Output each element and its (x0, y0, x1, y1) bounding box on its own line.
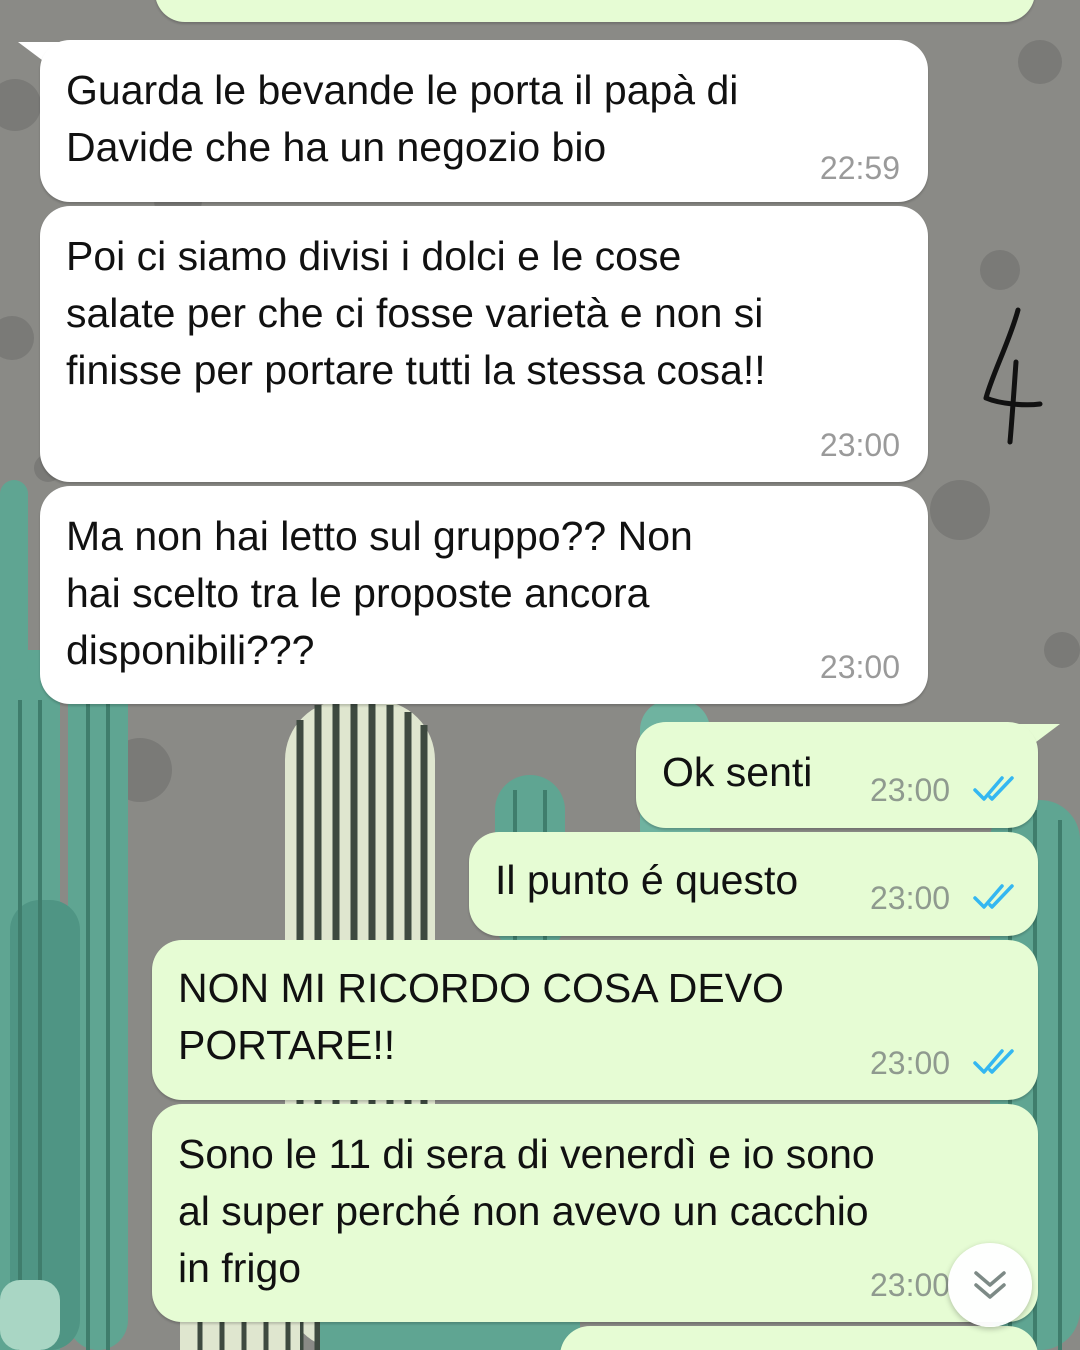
message-text: Sono le 11 di sera di venerdì e io sono … (178, 1131, 875, 1291)
message-text: Il punto é questo (495, 857, 799, 903)
read-receipt-icon (973, 1049, 1014, 1074)
message-time: 23:00 (870, 1267, 951, 1303)
incoming-message[interactable]: Ma non hai letto sul gruppo?? Non hai sc… (40, 486, 928, 704)
outgoing-message[interactable]: NON MI RICORDO COSA DEVO PORTARE!! 23:00 (152, 940, 1038, 1100)
message-time: 23:00 (870, 880, 951, 916)
next-message-bubble[interactable] (560, 1326, 1038, 1350)
message-time: 23:00 (870, 1045, 951, 1081)
message-time: 23:00 (870, 772, 951, 808)
message-text: NON MI RICORDO COSA DEVO PORTARE!! (178, 965, 784, 1068)
incoming-message[interactable]: Poi ci siamo divisi i dolci e le cose sa… (40, 206, 928, 482)
scroll-to-bottom-button[interactable] (948, 1243, 1032, 1327)
message-time: 22:59 (819, 150, 900, 186)
incoming-message[interactable]: Guarda le bevande le porta il papà di Da… (40, 40, 928, 202)
read-receipt-icon (973, 776, 1014, 801)
message-text: Ma non hai letto sul gruppo?? Non hai sc… (66, 513, 693, 673)
message-text: Ok senti (662, 749, 813, 795)
message-text: Poi ci siamo divisi i dolci e le cose sa… (66, 233, 766, 393)
message-time: 23:00 (819, 427, 900, 463)
outgoing-message[interactable]: Sono le 11 di sera di venerdì e io sono … (152, 1104, 1038, 1322)
message-text: Guarda le bevande le porta il papà di Da… (66, 67, 739, 170)
previous-message-bubble[interactable] (155, 0, 1035, 22)
double-chevron-down-icon (974, 1271, 1006, 1299)
read-receipt-icon (973, 884, 1014, 909)
outgoing-message[interactable]: Ok senti 23:00 (636, 722, 1038, 828)
outgoing-message[interactable]: Il punto é questo 23:00 (469, 832, 1038, 936)
message-time: 23:00 (819, 649, 900, 685)
handwritten-4-doodle (983, 307, 1043, 445)
